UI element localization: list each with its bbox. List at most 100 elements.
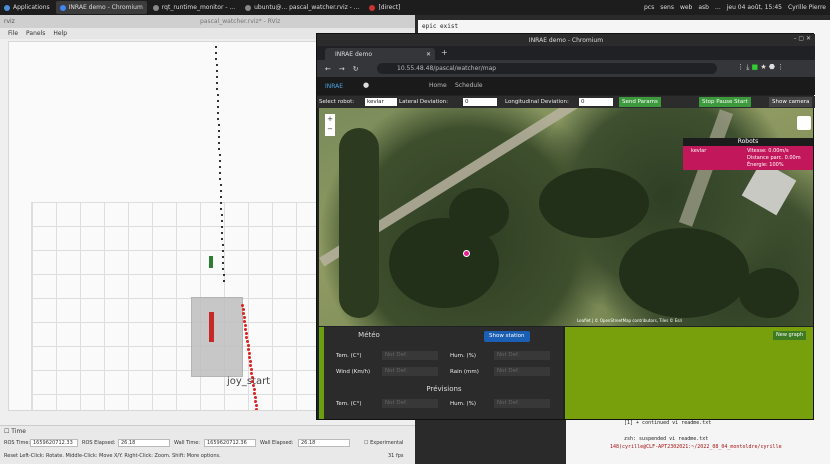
ros-time-field[interactable]: 1659620712.33	[30, 439, 78, 447]
trail-point	[241, 308, 245, 311]
app-navbar: INRAE ● Home Schedule	[317, 77, 815, 95]
path-point	[219, 190, 222, 192]
show-camera-button[interactable]: Show camera	[769, 97, 813, 107]
rviz-titlebar[interactable]: rviz pascal_watcher.rviz* - RViz	[0, 15, 415, 28]
trail-point	[253, 396, 257, 399]
terminal-line: [1] + continued vi readme.txt	[624, 420, 712, 426]
path-point	[222, 262, 225, 264]
nav-home[interactable]: Home	[429, 82, 447, 89]
taskbar-applications[interactable]: Applications	[0, 1, 54, 14]
path-point	[219, 172, 222, 174]
status-icon: ●	[363, 81, 370, 89]
clock[interactable]: jeu 04 août, 15:45	[727, 4, 782, 11]
show-station-button[interactable]: Show station	[484, 331, 530, 342]
taskbar-chromium[interactable]: INRAE demo - Chromium	[55, 1, 147, 14]
ros-elapsed-field[interactable]: 26.18	[118, 439, 170, 447]
trail-point	[250, 376, 254, 379]
new-graph-button[interactable]: New graph	[773, 331, 807, 340]
path-point	[220, 220, 223, 222]
task-label: INRAE demo - Chromium	[68, 4, 143, 11]
longitudinal-input[interactable]: 0	[579, 98, 613, 106]
fps-readout: 31 fps	[388, 453, 404, 459]
taskbar-direct[interactable]: [direct]	[365, 1, 404, 14]
path-point	[215, 70, 218, 72]
brand-logo[interactable]: INRAE	[325, 83, 343, 90]
path-point	[215, 52, 218, 54]
path-point	[222, 256, 224, 258]
chrome-titlebar[interactable]: INRAE demo - Chromium – ▢ ✕	[317, 34, 815, 46]
robots-panel: Robots kevlar Vitesse: 0.00m/s Distance …	[683, 138, 813, 170]
wall-time-field[interactable]: 1659620712.36	[204, 439, 256, 447]
taskbar-rqt[interactable]: rqt_runtime_monitor - ...	[149, 1, 239, 14]
zoom-out-button[interactable]: −	[325, 124, 335, 134]
tray-item[interactable]: ...	[715, 4, 721, 11]
terminal-bottom[interactable]: [1] + continued vi readme.txt zsh: suspe…	[566, 420, 830, 464]
desktop-taskbar: Applications INRAE demo - Chromium rqt_r…	[0, 0, 830, 15]
user-name[interactable]: Cyrille Pierre	[788, 4, 826, 11]
path-point	[216, 76, 218, 78]
lateral-input[interactable]: 0	[463, 98, 497, 106]
path-point	[220, 202, 223, 204]
experimental-checkbox[interactable]: ☐ Experimental	[364, 440, 403, 446]
stop-pause-start-buttons[interactable]: Stop Pause Start	[699, 97, 751, 107]
terminal-line: zsh: suspended vi readme.txt	[624, 436, 709, 442]
forward-icon[interactable]: →	[339, 65, 345, 73]
nav-schedule[interactable]: Schedule	[455, 82, 483, 89]
rain-label: Rain (mm)	[450, 369, 479, 375]
tab-inrae-demo[interactable]: INRAE demo ✕	[325, 48, 435, 60]
tray-item[interactable]: asb	[698, 4, 709, 11]
prev-temp-value: Not Def.	[382, 399, 438, 408]
wall-elapsed-field[interactable]: 26.18	[298, 439, 350, 447]
trail-point	[245, 340, 249, 343]
path-point	[221, 250, 224, 252]
meteo-panel: Météo Show station Tem. (C°) Not Def. Hu…	[319, 327, 563, 419]
menu-file[interactable]: File	[8, 30, 18, 37]
path-point	[217, 118, 220, 120]
map-attribution[interactable]: Leaflet | © OpenStreetMap contributors, …	[577, 318, 682, 323]
menu-panels[interactable]: Panels	[26, 30, 45, 37]
window-icon	[152, 4, 159, 11]
taskbar-rviz[interactable]: ubuntu@... pascal_watcher.rviz - ...	[241, 1, 363, 14]
zoom-in-button[interactable]: +	[325, 114, 335, 124]
trail-point	[249, 368, 253, 371]
back-icon[interactable]: ←	[325, 65, 331, 73]
time-panel-title: ☐ Time	[4, 428, 26, 435]
trail-point	[243, 324, 247, 327]
path-point	[221, 238, 224, 240]
reload-icon[interactable]: ↻	[353, 65, 359, 73]
window-icon	[369, 4, 376, 11]
robot-select[interactable]: kevlar	[365, 98, 397, 106]
robots-panel-title: Robots	[683, 138, 813, 146]
address-bar[interactable]: 10.55.48.48/pascal/watcher/map	[377, 63, 717, 74]
satellite-map[interactable]: + − Robots kevlar Vitesse: 0.00m/s Dista…	[319, 108, 813, 326]
send-params-button[interactable]: Send Params	[619, 97, 661, 107]
path-point	[215, 46, 217, 48]
path-point	[215, 58, 218, 60]
temp-value: Not Def.	[382, 351, 438, 360]
lateral-label: Lateral Deviation:	[399, 99, 449, 105]
trail-point	[252, 384, 255, 387]
menu-help[interactable]: Help	[53, 30, 67, 37]
tree-cluster	[539, 168, 649, 238]
tray-item[interactable]: sens	[660, 4, 674, 11]
tab-close-icon[interactable]: ✕	[426, 51, 431, 58]
window-controls[interactable]: – ▢ ✕	[793, 35, 811, 42]
path-point	[221, 244, 224, 246]
path-point	[218, 160, 221, 162]
tray-item[interactable]: web	[680, 4, 692, 11]
joy-start-label: joy_start	[227, 376, 271, 387]
extensions-icons[interactable]: ⋮ ⤓ ■ ★ ⬣ ⋮	[737, 63, 784, 72]
path-point	[218, 136, 220, 138]
new-tab-icon[interactable]: +	[441, 48, 448, 57]
tab-title: INRAE demo	[335, 50, 373, 58]
robot-position-marker[interactable]	[463, 250, 470, 257]
rviz-center-title: pascal_watcher.rviz* - RViz	[200, 18, 281, 25]
rviz-time-panel: ☐ Time ROS Time: 1659620712.33 ROS Elaps…	[0, 425, 415, 464]
tray-item[interactable]: pcs	[644, 4, 654, 11]
robot-name[interactable]: kevlar	[691, 148, 706, 154]
layers-icon[interactable]	[797, 116, 811, 130]
trail-point	[241, 304, 244, 307]
terminal-line: epic exist	[422, 23, 459, 30]
browser-toolbar: ← → ↻ 10.55.48.48/pascal/watcher/map ⋮ ⤓…	[317, 60, 815, 77]
prev-humidity-label: Hum. (%)	[450, 401, 476, 407]
